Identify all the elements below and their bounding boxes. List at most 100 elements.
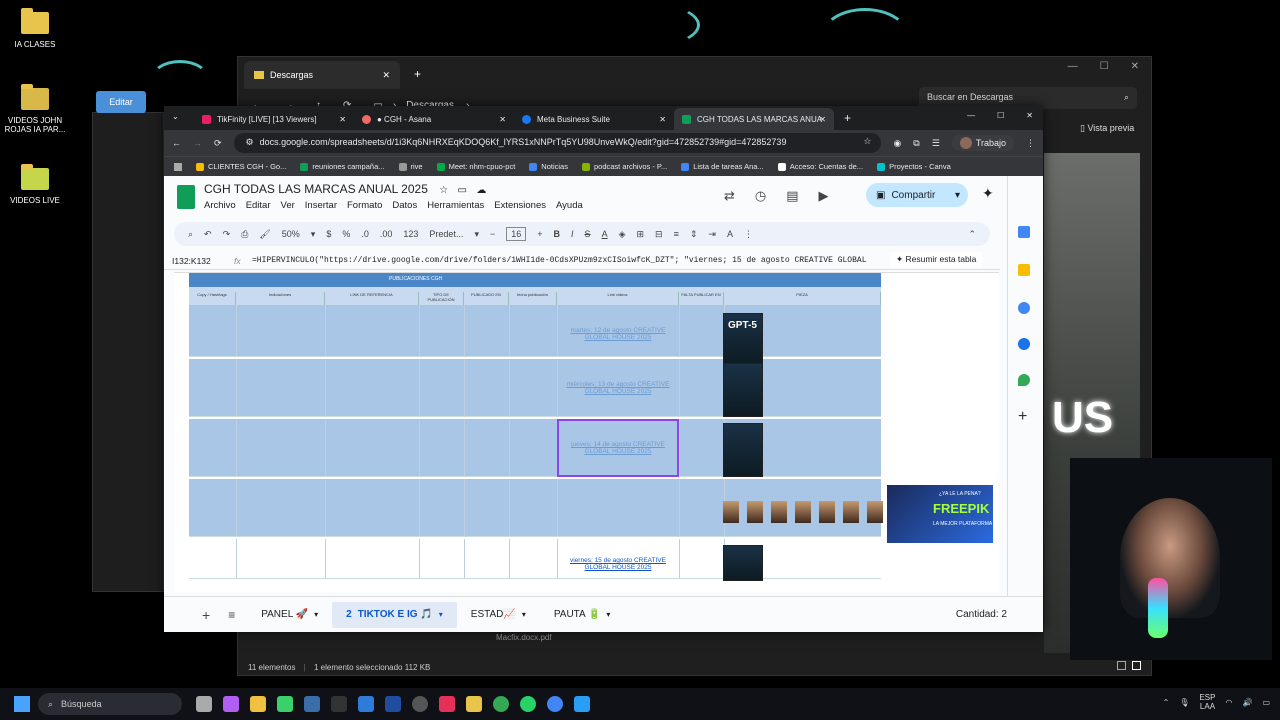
menu-item-datos[interactable]: Datos (392, 200, 417, 211)
comments-icon[interactable]: ▤ (786, 188, 798, 204)
menu-item-archivo[interactable]: Archivo (204, 200, 236, 211)
new-tab-icon[interactable]: + (414, 67, 421, 81)
chevron-down-icon[interactable]: ▾ (522, 610, 526, 619)
desktop-icon-ia-clases[interactable]: IA CLASES (0, 8, 70, 49)
video-thumbnail-small[interactable] (819, 501, 835, 523)
video-thumbnail[interactable]: GPT-5 (723, 313, 763, 367)
volume-icon[interactable]: 🔊 (1242, 698, 1252, 707)
table-row[interactable]: jueves; 14 de agosto CREATIVE GLOBAL HOU… (189, 419, 881, 477)
grid-cell[interactable] (464, 419, 465, 476)
date-link-cell[interactable]: miércoles; 13 de agosto CREATIVE GLOBAL … (563, 381, 673, 395)
text-color-icon[interactable]: A (602, 229, 608, 239)
grid-cell[interactable] (419, 305, 420, 356)
sheets-logo-icon[interactable] (177, 185, 195, 209)
video-thumbnail-small[interactable] (843, 501, 859, 523)
minimize-icon[interactable]: — (967, 111, 975, 120)
browser-tab[interactable]: Meta Business Suite ✕ (514, 108, 674, 130)
video-thumbnail-small[interactable] (795, 501, 811, 523)
store-icon[interactable] (250, 696, 266, 712)
document-title[interactable]: CGH TODAS LAS MARCAS ANUAL 2025 ☆ ▭ ☁ (204, 182, 486, 196)
grid-cell[interactable] (557, 539, 558, 578)
table-row[interactable]: martes; 12 de agosto CREATIVE GLOBAL HOU… (189, 305, 881, 357)
browser-tab-active[interactable]: CGH TODAS LAS MARCAS ANUA ✕ (674, 108, 834, 130)
site-info-icon[interactable]: ⚙ (246, 137, 254, 147)
add-sheet-icon[interactable]: + (202, 607, 210, 623)
paint-format-icon[interactable]: 🖌 (259, 229, 270, 240)
move-folder-icon[interactable]: ▭ (458, 185, 467, 196)
grid-cell[interactable] (236, 479, 237, 536)
tiles-view-icon[interactable] (1132, 661, 1141, 670)
bookmark-item[interactable]: Lista de tareas Ana... (681, 162, 764, 171)
bookmark-item[interactable]: rive (398, 162, 423, 171)
print-icon[interactable]: ⎙ (241, 229, 248, 240)
grid-cell[interactable] (419, 359, 420, 416)
grid-cell[interactable] (679, 479, 680, 536)
whatsapp-icon[interactable] (520, 696, 536, 712)
profile-button[interactable]: Trabajo (951, 135, 1014, 151)
grid-cell[interactable] (419, 539, 420, 578)
spreadsheet-grid[interactable]: PUBLICACIONES CGH Copy / Hashtags Indicac… (174, 272, 999, 592)
close-tab-icon[interactable]: ✕ (339, 115, 346, 124)
keep-icon[interactable] (1018, 264, 1030, 276)
file-name[interactable]: Macfix.docx.pdf (496, 633, 552, 642)
undo-icon[interactable]: ↶ (204, 229, 212, 240)
playstation-icon[interactable] (385, 696, 401, 712)
chevron-down-icon[interactable]: ▾ (314, 610, 318, 619)
contacts-icon[interactable] (1018, 338, 1030, 350)
video-thumbnail-small[interactable] (747, 501, 763, 523)
tab-search-icon[interactable]: ⌄ (172, 112, 179, 121)
grid-cell[interactable] (679, 419, 680, 476)
date-link-cell[interactable]: viernes; 15 de agosto CREATIVE GLOBAL HO… (563, 557, 673, 571)
italic-icon[interactable]: I (571, 229, 574, 239)
table-row[interactable]: miércoles; 13 de agosto CREATIVE GLOBAL … (189, 359, 881, 417)
copilot-icon[interactable] (223, 696, 239, 712)
bookmark-item[interactable]: Proyectos - Canva (877, 162, 951, 171)
close-window-icon[interactable]: ✕ (1026, 111, 1033, 120)
grid-cell[interactable] (464, 305, 465, 356)
edit-button[interactable]: Editar (96, 91, 146, 113)
wifi-icon[interactable]: ◠ (1225, 698, 1232, 707)
add-addon-icon[interactable]: + (1018, 408, 1027, 426)
currency-button[interactable]: $ (326, 229, 331, 239)
merge-cells-icon[interactable]: ⊟ (655, 229, 663, 240)
grid-cell[interactable] (236, 305, 237, 356)
strikethrough-icon[interactable]: S (585, 229, 591, 239)
grid-cell[interactable] (679, 359, 680, 416)
video-thumbnail-small[interactable] (771, 501, 787, 523)
chrome-active-icon[interactable] (547, 696, 563, 712)
tasks-icon[interactable] (1018, 302, 1030, 314)
bookmark-item[interactable]: Acceso: Cuentas de... (777, 162, 863, 171)
folder-icon[interactable] (466, 696, 482, 712)
grid-cell[interactable] (557, 479, 558, 536)
font-size-increase[interactable]: + (537, 229, 542, 239)
explorer-tab[interactable]: Descargas ✕ (244, 61, 400, 89)
grid-cell[interactable] (557, 305, 558, 356)
apps-icon[interactable] (174, 162, 182, 171)
browser-tab[interactable]: ● CGH - Asana ✕ (354, 108, 514, 130)
rotate-icon[interactable]: A (727, 229, 733, 239)
minimize-icon[interactable]: — (1068, 61, 1078, 72)
grid-cell[interactable] (325, 539, 326, 578)
grid-cell[interactable] (509, 305, 510, 356)
video-thumbnail[interactable] (723, 423, 763, 477)
battery-icon[interactable]: ▭ (1262, 698, 1270, 707)
photos-icon[interactable] (574, 696, 590, 712)
history-icon[interactable]: ◷ (755, 188, 766, 204)
star-icon[interactable]: ☆ (439, 185, 448, 196)
name-box[interactable]: I132:K132 (164, 256, 234, 266)
language-indicator[interactable]: ESP LAA (1199, 693, 1215, 712)
freepik-thumbnail[interactable]: ¿YA LE LA PENA? FREEPIK LA MEJOR PLATAFORM… (887, 485, 993, 543)
video-call-icon[interactable]: ▶ (819, 188, 829, 204)
camera-icon[interactable]: ◉ (893, 138, 901, 149)
back-icon[interactable]: ← (172, 138, 181, 148)
video-thumbnail-small[interactable] (723, 501, 739, 523)
steam-icon[interactable] (304, 696, 320, 712)
font-select[interactable]: Predet... (429, 229, 463, 239)
grid-cell[interactable] (236, 539, 237, 578)
grid-cell[interactable] (509, 359, 510, 416)
date-link-cell[interactable]: martes; 12 de agosto CREATIVE GLOBAL HOU… (563, 327, 673, 341)
grid-cell[interactable] (557, 359, 558, 416)
new-tab-icon[interactable]: + (844, 111, 851, 125)
decrease-decimal-button[interactable]: .0 (361, 229, 369, 239)
gemini-icon[interactable]: ✦ (982, 185, 994, 202)
